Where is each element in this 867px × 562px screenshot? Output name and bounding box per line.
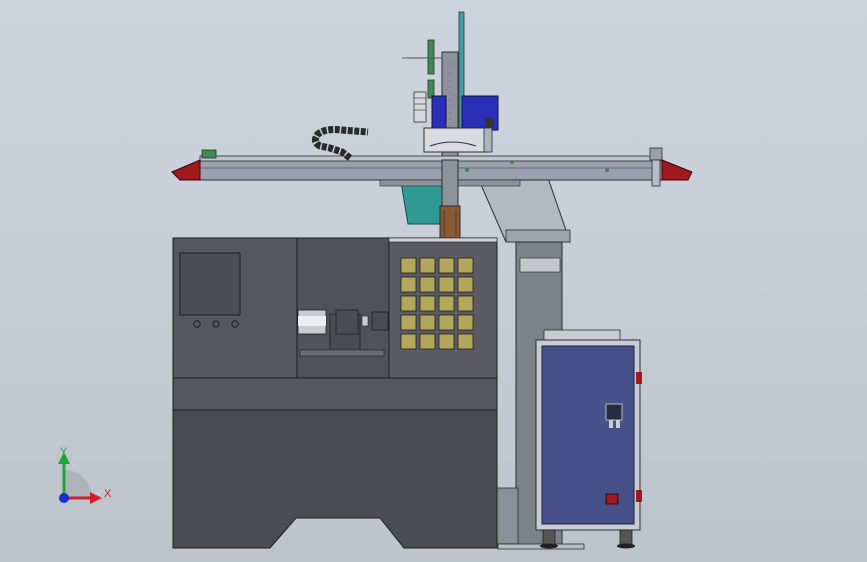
y-axis-label: Y bbox=[60, 446, 68, 458]
lathe-stand bbox=[172, 409, 498, 549]
cable-drag-chain bbox=[311, 126, 369, 161]
electrical-cabinet bbox=[535, 329, 642, 549]
triad-arc bbox=[64, 470, 92, 498]
tool-pocket bbox=[419, 295, 436, 312]
tool-pocket bbox=[400, 314, 417, 331]
sensor-stack bbox=[413, 91, 427, 123]
tool-pocket bbox=[438, 257, 455, 274]
cabinet-valve bbox=[605, 403, 623, 421]
mast-green-bracket bbox=[427, 39, 435, 75]
gantry-beam bbox=[171, 147, 693, 187]
cad-viewport[interactable]: Y X bbox=[0, 0, 867, 562]
beam-end-cap-right bbox=[661, 159, 693, 181]
control-screen bbox=[179, 252, 241, 316]
tool-pocket bbox=[457, 295, 474, 312]
tool-pocket bbox=[457, 314, 474, 331]
tool-pocket bbox=[438, 314, 455, 331]
tool-pocket bbox=[419, 257, 436, 274]
tool-pocket bbox=[400, 257, 417, 274]
beam-end-cap-left bbox=[171, 159, 201, 181]
tool-pocket bbox=[400, 276, 417, 293]
cabinet-emergency-stop bbox=[605, 493, 619, 505]
carriage-plate bbox=[423, 127, 487, 153]
tool-pocket bbox=[419, 276, 436, 293]
coordinate-triad: Y X bbox=[58, 446, 112, 504]
tool-pocket bbox=[400, 333, 417, 350]
tool-pocket bbox=[457, 333, 474, 350]
tool-pocket bbox=[400, 295, 417, 312]
gripper bbox=[439, 205, 461, 239]
cnc-lathe bbox=[172, 237, 498, 549]
lathe-base bbox=[172, 377, 498, 411]
tool-pocket bbox=[438, 276, 455, 293]
x-axis-label: X bbox=[104, 488, 112, 500]
cabinet-door bbox=[541, 345, 635, 525]
tool-pocket bbox=[438, 295, 455, 312]
tool-pocket bbox=[457, 257, 474, 274]
origin-icon bbox=[59, 493, 69, 503]
tool-pocket bbox=[419, 314, 436, 331]
lathe-window bbox=[296, 237, 390, 379]
tool-pocket bbox=[419, 333, 436, 350]
tool-pocket bbox=[438, 333, 455, 350]
tool-pocket bbox=[457, 276, 474, 293]
